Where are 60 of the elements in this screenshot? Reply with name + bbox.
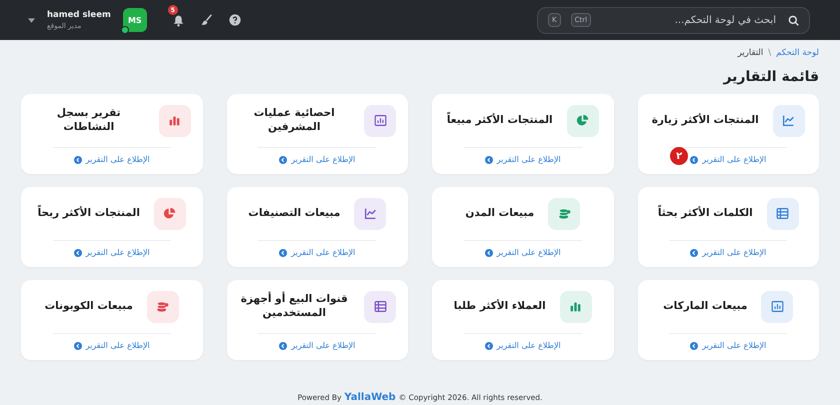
chevron-circle-icon (484, 342, 493, 350)
search-input[interactable]: ابحث في لوحة التحكم... (601, 14, 778, 26)
chevron-circle-icon (74, 156, 82, 164)
report-title: تقرير بسجل النشاطات (56, 107, 122, 134)
view-report-link[interactable]: الإطلاع على التقرير (74, 155, 150, 164)
report-title: المنتجات الأكثر زيارة (652, 114, 759, 128)
chevron-circle-icon (74, 248, 82, 256)
help-icon[interactable] (226, 12, 243, 28)
user-avatar[interactable]: MS (122, 8, 147, 32)
view-report-link[interactable]: الإطلاع على التقرير (690, 248, 766, 257)
breadcrumb-current: التقارير (738, 48, 764, 58)
view-report-link[interactable]: الإطلاع على التقرير (279, 248, 356, 257)
search-icon (788, 14, 799, 26)
view-report-link[interactable]: الإطلاع على التقرير (279, 341, 356, 350)
coins-icon (558, 207, 571, 220)
report-title: الكلمات الأكثر بحثاً (658, 206, 753, 220)
bar-chart-icon (770, 300, 784, 313)
view-report-link[interactable]: الإطلاع على التقرير (279, 155, 356, 164)
bar-chart-icon (569, 300, 582, 313)
chevron-circle-icon (74, 342, 82, 350)
chevron-circle-icon (690, 248, 698, 256)
view-report-link[interactable]: الإطلاع على التقرير (74, 248, 150, 257)
report-title: احصائية عمليات المشرفين (252, 107, 336, 134)
chevron-circle-icon (279, 156, 288, 164)
view-report-link[interactable]: الإطلاع على التقرير (690, 155, 766, 164)
footer-link[interactable]: YallaWeb (344, 392, 396, 403)
chevron-circle-icon (279, 342, 288, 350)
step-marker: ٢ (670, 147, 688, 165)
chevron-circle-icon (690, 342, 698, 350)
breadcrumb-separator: \ (768, 48, 772, 58)
pie-chart-icon (163, 207, 176, 220)
line-chart-icon (782, 114, 796, 127)
report-title: المنتجات الأكثر ربحاً (38, 206, 140, 220)
report-title: المنتجات الأكثر مبيعاً (446, 114, 553, 128)
page-title: قائمة التقارير (722, 69, 819, 85)
report-title: مبيعات الماركات (663, 300, 748, 314)
chevron-circle-icon (484, 248, 493, 256)
bar-chart-icon (374, 114, 386, 127)
table-icon (374, 300, 386, 313)
line-chart-icon (364, 207, 377, 220)
table-icon (776, 207, 790, 220)
view-report-link[interactable]: الإطلاع على التقرير (484, 341, 561, 350)
caret-icon[interactable] (28, 18, 35, 22)
view-report-link[interactable]: الإطلاع على التقرير (690, 341, 766, 350)
breadcrumb-link[interactable]: لوحة التحكم (776, 48, 819, 58)
user-name: hamed sleem (47, 10, 111, 20)
chevron-circle-icon (279, 248, 288, 256)
bar-chart-icon (168, 114, 181, 127)
view-report-link[interactable]: الإطلاع على التقرير (484, 155, 561, 164)
report-title: مبيعات التصنيفات (248, 206, 340, 220)
view-report-link[interactable]: الإطلاع على التقرير (74, 341, 150, 350)
report-title: العملاء الأكثر طلبا (454, 300, 546, 314)
pie-chart-icon (576, 114, 590, 127)
report-title: مبيعات المدن (465, 206, 534, 220)
chevron-circle-icon (484, 156, 493, 164)
report-title: مبيعات الكوبونات (44, 300, 133, 314)
coins-icon (156, 300, 170, 313)
chevron-circle-icon (690, 156, 698, 164)
view-report-link[interactable]: الإطلاع على التقرير (484, 248, 561, 257)
report-title: قنوات البيع أو أجهزة المستخدمين (240, 293, 349, 320)
